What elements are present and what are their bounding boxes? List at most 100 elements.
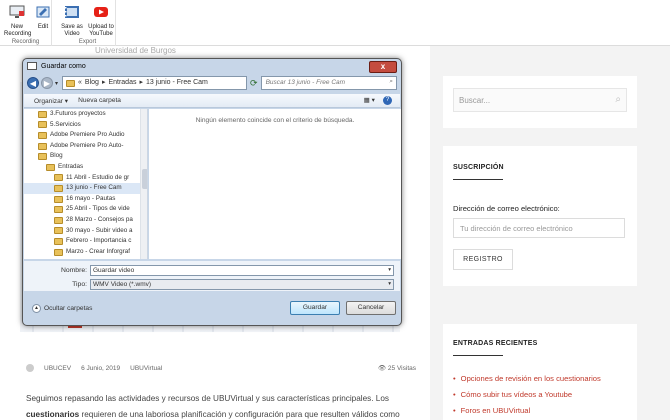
subscription-title: SUSCRIPCIÓN [453,164,504,171]
address-overflow[interactable]: « [78,77,82,89]
filename-label: Nombre: [60,266,87,274]
folder-icon [46,163,55,171]
tree-item[interactable]: Blog [24,151,140,162]
address-bar[interactable]: « Blog ▸ Entradas ▸ 13 junio - Free Cam [62,76,248,90]
folder-icon [38,153,47,161]
breadcrumb-blog[interactable]: Blog [85,77,99,89]
tree-item[interactable]: 5.Servicios [24,120,140,131]
excerpt-line-2: requieren de una laboriosa planificación… [79,410,400,419]
new-recording-label-2: Recording [4,31,32,37]
tree-item[interactable]: Febrero - Importancia c [24,236,140,247]
file-list-pane[interactable]: Ningún elemento coincide con el criterio… [149,109,401,259]
tree-item[interactable]: Adobe Premiere Pro Audio [24,130,140,141]
email-field[interactable]: Tu dirección de correo electrónico [453,218,625,238]
upload-youtube-button[interactable]: Upload to YouTube [86,5,116,38]
folder-icon [38,142,47,150]
dialog-search-input[interactable]: Buscar 13 junio - Free Cam ⌕ [260,76,397,90]
breadcrumb-entradas[interactable]: Entradas [108,77,136,89]
tree-item[interactable]: 30 mayo - Subir video a [24,226,140,237]
views-count: 25 Visitas [387,365,416,372]
close-button[interactable]: x [369,61,397,73]
empty-message: Ningún elemento coincide con el criterio… [195,117,355,124]
ribbon-group-recording: New Recording Edit Recording [0,0,52,46]
folder-icon [54,237,63,245]
tree-scrollbar[interactable] [140,109,147,259]
chevron-up-icon: ▲ [32,304,41,313]
filetype-value: WMV Video (*.wmv) [93,280,152,288]
dialog-titlebar: Guardar como [27,62,86,70]
scroll-thumb[interactable] [142,169,147,189]
file-fields: Nombre: Guardar video ▾ Tipo: WMV Video … [24,261,400,291]
help-icon[interactable]: ? [383,96,392,105]
filetype-row: Tipo: WMV Video (*.wmv) ▾ [24,278,400,290]
tree-item[interactable]: 28 Marzo - Consejos pa [24,215,140,226]
filetype-select[interactable]: WMV Video (*.wmv) ▾ [90,278,394,290]
hide-folders-toggle[interactable]: ▲ Ocultar carpetas [32,304,92,313]
ribbon-toolbar: New Recording Edit Recording Save as Vid… [0,0,670,46]
recent-post-link[interactable]: Opciones de revisión en los cuestionario… [453,374,601,383]
tree-item[interactable]: 13 junio - Free Cam [24,183,140,194]
history-dropdown-icon[interactable]: ▾ [55,80,58,87]
folder-icon [38,121,47,129]
tree-item-label: 3.Futuros proyectos [50,110,106,117]
folder-tree: 3.Futuros proyectos 5.Servicios Adobe Prem… [24,109,148,259]
tree-item-label: 5.Servicios [50,120,81,128]
new-recording-button[interactable]: New Recording [4,5,32,38]
save-button[interactable]: Guardar [290,301,340,315]
view-options-button[interactable]: ▦ ▾ [364,96,375,105]
post-category[interactable]: UBUVirtual [130,365,162,372]
tree-item-label: Entradas [58,162,84,170]
chevron-down-icon[interactable]: ▾ [388,266,391,275]
save-as-label-2: Video [64,31,80,37]
filename-input[interactable]: Guardar video ▾ [90,264,394,276]
recent-post-link[interactable]: Foros en UBUVirtual [453,406,601,415]
save-as-video-button[interactable]: Save as Video [60,5,84,38]
film-icon [65,6,79,18]
tree-item[interactable]: Entradas [24,162,140,173]
tree-item[interactable]: 3.Futuros proyectos [24,109,140,120]
hide-folders-label: Ocultar carpetas [44,305,93,312]
new-folder-button[interactable]: Nueva carpeta [78,97,121,104]
organize-button[interactable]: Organizar ▾ [34,97,68,105]
group-label-recording: Recording [11,39,40,45]
dialog-toolbar: Organizar ▾ Nueva carpeta ▦ ▾ ? [24,94,400,108]
tree-item-label: Adobe Premiere Pro Audio [50,131,125,139]
recent-post-link[interactable]: Cómo subir tus vídeos a Youtube [453,390,601,399]
back-button[interactable]: ◀ [27,77,39,89]
filetype-label: Tipo: [72,280,87,288]
tree-item-label: 30 mayo - Subir video a [66,226,133,234]
monitor-record-icon [9,5,25,18]
dialog-navbar: ◀ ▶ ▾ « Blog ▸ Entradas ▸ 13 junio - Fre… [27,74,397,92]
breadcrumb-separator-icon: ▸ [139,79,143,86]
window-icon [27,62,37,70]
folder-icon [54,227,63,235]
tree-item-label: Adobe Premiere Pro Auto- [50,141,124,149]
tree-item-label: 25 Abril - Tipos de vide [66,205,130,213]
tree-item[interactable]: Adobe Premiere Pro Auto- [24,141,140,152]
refresh-icon[interactable]: ⟳ [250,78,258,89]
sidebar-search-input[interactable]: Buscar... ⌕ [453,88,627,112]
chevron-down-icon[interactable]: ▾ [388,280,391,289]
tree-item[interactable]: 25 Abril - Tipos de vide [24,204,140,215]
tree-item-label: 11 Abril - Estudio de gr [66,173,130,181]
subscription-widget: SUSCRIPCIÓN Dirección de correo electrón… [443,146,637,286]
email-label: Dirección de correo electrónico: [453,204,560,213]
tree-item[interactable]: 16 mayo - Pautas [24,194,140,205]
forward-button[interactable]: ▶ [41,77,53,89]
folder-icon [54,216,63,224]
post-author[interactable]: UBUCEV [44,365,71,372]
new-recording-label-1: New [10,24,23,30]
register-button[interactable]: REGISTRO [453,249,513,270]
search-icon[interactable]: ⌕ [615,94,621,105]
breadcrumb-current[interactable]: 13 junio - Free Cam [146,77,208,89]
post-meta: UBUCEV 6 Junio, 2019 UBUVirtual 👁 25 Vis… [26,364,416,372]
cancel-button[interactable]: Cancelar [346,301,396,315]
search-icon[interactable]: ⌕ [389,78,393,86]
edit-button[interactable]: Edit [34,5,52,31]
upload-label-2: YouTube [89,31,113,37]
tree-item[interactable]: Marzo - Crear Inforgraf [24,247,140,258]
subscription-underline [453,179,503,180]
tree-item[interactable]: 11 Abril - Estudio de gr [24,173,140,184]
folder-icon [54,174,63,182]
tree-item-label: Blog [50,152,63,160]
